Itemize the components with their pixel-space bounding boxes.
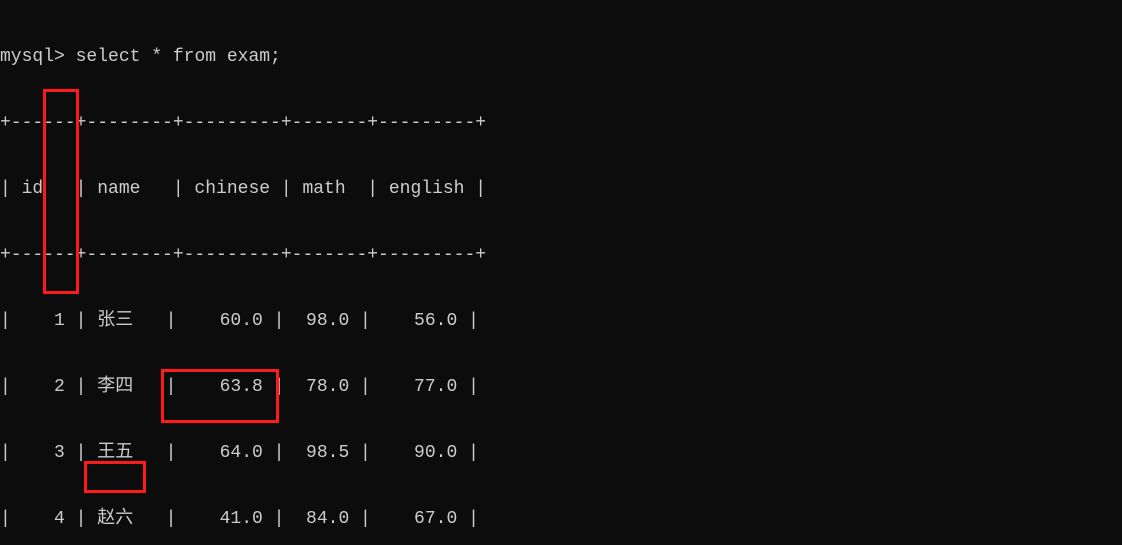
table1-border-top: +------+--------+---------+-------+-----… [0, 112, 1122, 134]
terminal-output: mysql> select * from exam; +------+-----… [0, 0, 1122, 545]
table1-border-mid: +------+--------+---------+-------+-----… [0, 244, 1122, 266]
table1-row-4: | 4 | 赵六 | 41.0 | 84.0 | 67.0 | [0, 508, 1122, 530]
highlight-count-value [84, 461, 146, 493]
table1-row-1: | 1 | 张三 | 60.0 | 98.0 | 56.0 | [0, 310, 1122, 332]
mysql-prompt: mysql> [0, 47, 76, 67]
table1-header: | id | name | chinese | math | english | [0, 178, 1122, 200]
table1-row-3: | 3 | 王五 | 64.0 | 98.5 | 90.0 | [0, 442, 1122, 464]
sql-query-1: select * from exam; [76, 47, 281, 67]
table1-row-2: | 2 | 李四 | 63.8 | 78.0 | 77.0 | [0, 376, 1122, 398]
prompt-line-1[interactable]: mysql> select * from exam; [0, 46, 1122, 68]
